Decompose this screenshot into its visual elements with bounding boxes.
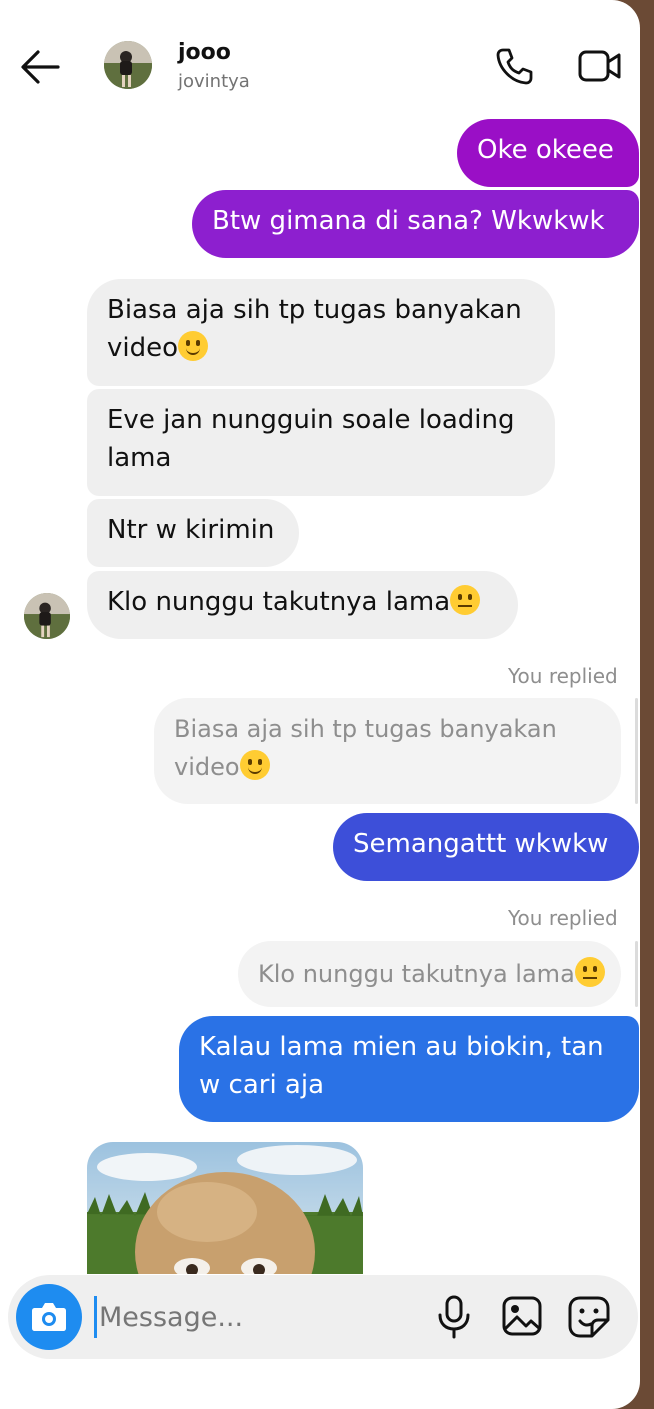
you-replied-label: You replied [508, 906, 618, 930]
message-text: w cari aja [199, 1070, 325, 1100]
message-bubble-outgoing[interactable]: Semangattt wkwkw [333, 813, 639, 881]
message-text: Btw gimana di sana? Wkwkwk [212, 206, 605, 236]
quoted-message[interactable]: Biasa aja sih tp tugas banyakan video [154, 698, 621, 804]
you-replied-label: You replied [508, 664, 618, 688]
message-text: lama [107, 443, 172, 473]
neutral-face-emoji [450, 585, 481, 615]
quoted-text: video [174, 753, 240, 781]
neutral-face-emoji [574, 957, 605, 987]
message-text: Oke okeee [477, 135, 614, 165]
message-bubble-outgoing[interactable]: Kalau lama mien au biokin, tan w cari aj… [179, 1016, 639, 1122]
message-text: Ntr w kirimin [107, 515, 275, 545]
contact-username[interactable]: jovintya [178, 71, 250, 92]
contact-name[interactable]: jooo [178, 40, 231, 65]
message-bubble-incoming[interactable]: Eve jan nungguin soale loading lama [87, 389, 555, 496]
message-text: Kalau lama mien au biokin, tan [199, 1032, 604, 1062]
message-bubble-incoming[interactable]: Klo nunggu takutnya lama [87, 571, 518, 639]
message-bubble-incoming[interactable]: Biasa aja sih tp tugas banyakan video [87, 279, 555, 386]
quoted-text: Klo nunggu takutnya lama [258, 960, 575, 988]
reply-quote-bar [635, 698, 638, 804]
message-bubble-incoming[interactable]: Ntr w kirimin [87, 499, 299, 567]
phone-icon[interactable] [494, 46, 534, 86]
message-text: Biasa aja sih tp tugas banyakan [107, 295, 522, 325]
sender-avatar[interactable] [24, 593, 70, 639]
reply-quote-bar [635, 941, 638, 1007]
smiling-face-emoji [239, 750, 270, 780]
chat-screen: jooo jovintya Oke okeee Btw gimana di sa… [0, 0, 640, 1409]
message-text: Eve jan nungguin soale loading [107, 405, 515, 435]
camera-icon [32, 1303, 66, 1331]
camera-button[interactable] [16, 1284, 82, 1350]
microphone-icon[interactable] [436, 1295, 472, 1339]
video-camera-icon[interactable] [578, 48, 622, 84]
message-bubble-outgoing[interactable]: Btw gimana di sana? Wkwkwk [192, 190, 639, 258]
message-text: Semangattt wkwkw [353, 829, 609, 859]
message-input[interactable] [94, 1296, 394, 1338]
quoted-text: Biasa aja sih tp tugas banyakan [174, 715, 557, 743]
message-text: video [107, 333, 179, 363]
message-bubble-outgoing[interactable]: Oke okeee [457, 119, 639, 187]
smiling-face-emoji [178, 331, 209, 361]
back-arrow-icon[interactable] [20, 49, 60, 85]
avatar[interactable] [104, 41, 152, 89]
gallery-icon[interactable] [502, 1296, 542, 1336]
quoted-message[interactable]: Klo nunggu takutnya lama [238, 941, 621, 1007]
photo-message[interactable] [87, 1142, 363, 1274]
message-text: Klo nunggu takutnya lama [107, 587, 451, 617]
sticker-icon[interactable] [568, 1296, 610, 1338]
